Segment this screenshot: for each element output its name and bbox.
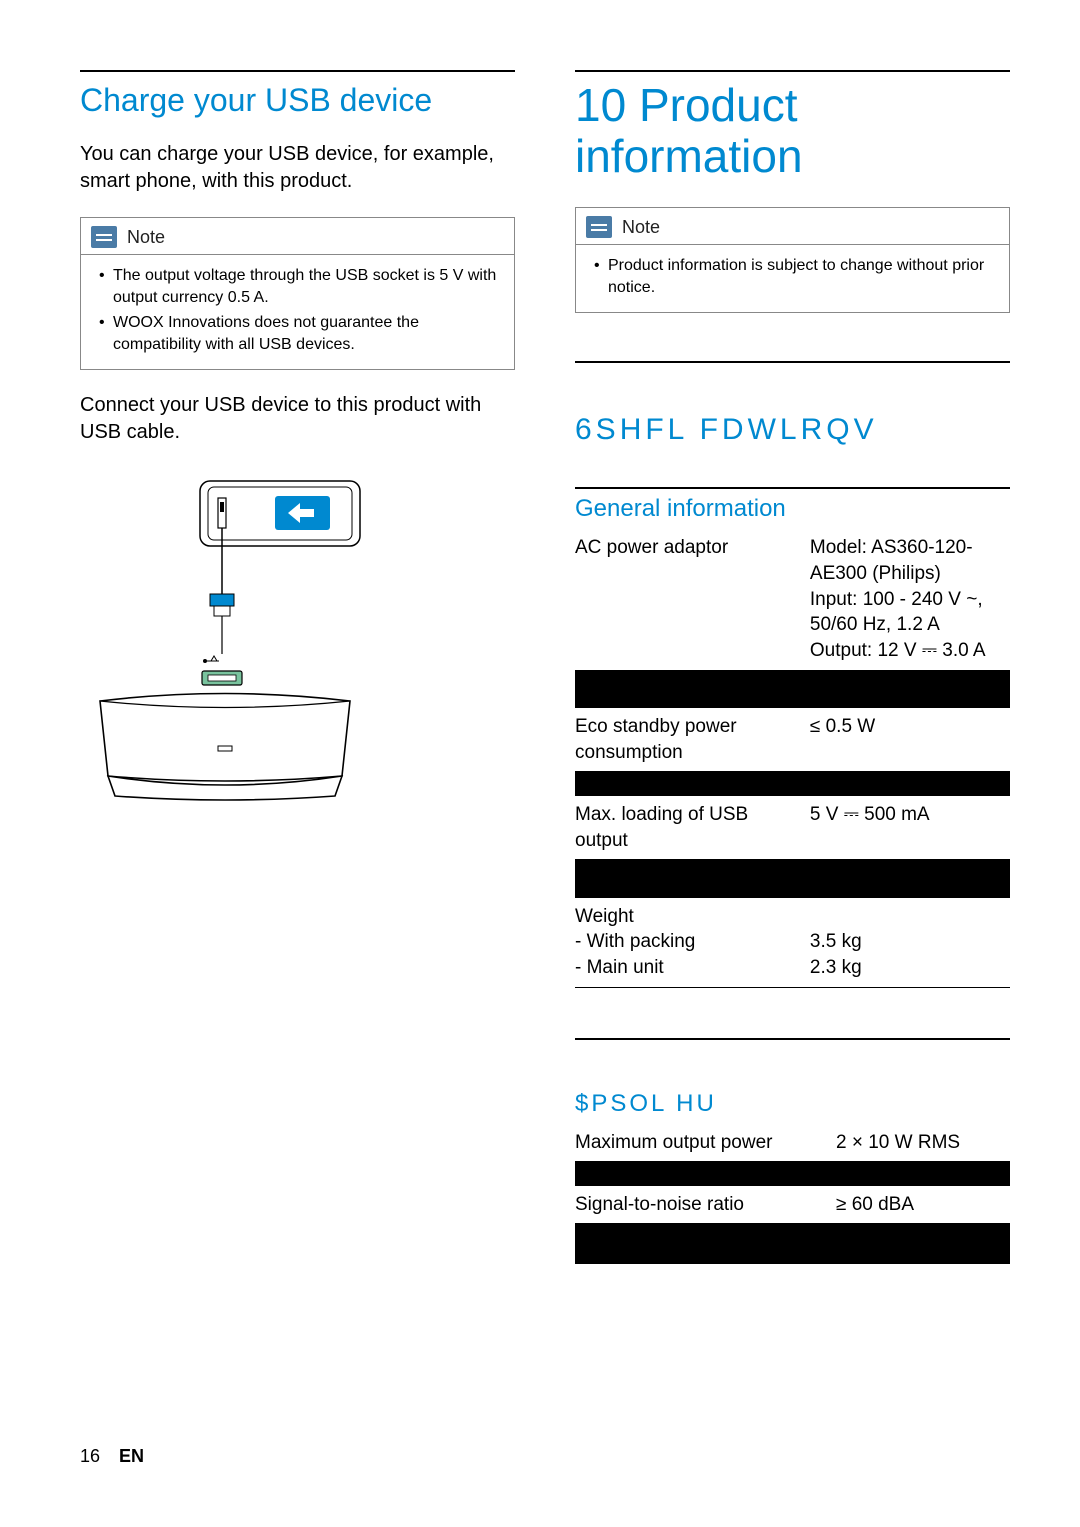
amp-row: Signal-to-noise ratio≥ 60 dBA xyxy=(575,1186,1010,1224)
spec-value: 5 V ⎓ 500 mA xyxy=(810,796,1010,860)
spec-value: 3.5 kg 2.3 kg xyxy=(810,898,1010,987)
note-icon xyxy=(586,216,612,238)
chapter-heading: 10 Product information xyxy=(575,80,1010,181)
amplifier-heading: $PSOL HU xyxy=(575,1090,1010,1118)
note-box-right: Note Product information is subject to c… xyxy=(575,207,1010,313)
amplifier-table: Maximum output power2 × 10 W RMSSignal-t… xyxy=(575,1124,1010,1264)
note-item: Product information is subject to change… xyxy=(594,255,997,298)
spec-label: Max. loading of USB output xyxy=(575,796,810,860)
usb-illustration xyxy=(80,476,370,806)
general-info-table: AC power adaptorModel: AS360-120-AE300 (… xyxy=(575,529,1010,987)
divider xyxy=(80,70,515,72)
page-number: 16 xyxy=(80,1446,100,1466)
spec-value: ≤ 0.5 W xyxy=(810,708,1010,772)
redacted-row xyxy=(575,772,1010,796)
connect-text: Connect your USB device to this product … xyxy=(80,392,515,446)
note-list-right: Product information is subject to change… xyxy=(594,255,997,298)
spec-label: Weight - With packing - Main unit xyxy=(575,898,810,987)
chapter-heading-text: 10 Product information xyxy=(575,79,803,182)
intro-text: You can charge your USB device, for exam… xyxy=(80,141,515,195)
amp-value: 2 × 10 W RMS xyxy=(836,1124,1010,1162)
spec-value: Model: AS360-120-AE300 (Philips) Input: … xyxy=(810,529,1010,670)
redacted-row xyxy=(575,1224,1010,1264)
page-footer: 16 EN xyxy=(80,1446,144,1467)
general-info-heading: General information xyxy=(575,495,1010,523)
note-label: Note xyxy=(622,217,660,238)
right-column: 10 Product information Note Product info… xyxy=(575,70,1010,1420)
redacted-row xyxy=(575,670,1010,708)
spec-row: Eco standby power consumption≤ 0.5 W xyxy=(575,708,1010,772)
divider xyxy=(575,361,1010,363)
section-heading-charge: Charge your USB device xyxy=(80,82,515,119)
amp-row: Maximum output power2 × 10 W RMS xyxy=(575,1124,1010,1162)
divider xyxy=(575,487,1010,489)
spec-row: Weight - With packing - Main unit 3.5 kg… xyxy=(575,898,1010,987)
note-item: The output voltage through the USB socke… xyxy=(99,265,502,308)
note-list-left: The output voltage through the USB socke… xyxy=(99,265,502,355)
spec-row: Max. loading of USB output5 V ⎓ 500 mA xyxy=(575,796,1010,860)
note-item: WOOX Innovations does not guarantee the … xyxy=(99,312,502,355)
redacted-row xyxy=(575,1162,1010,1186)
note-label: Note xyxy=(127,227,165,248)
note-icon xyxy=(91,226,117,248)
specifications-heading: 6SHFL FDWLRQV xyxy=(575,413,1010,447)
amp-label: Maximum output power xyxy=(575,1124,836,1162)
note-box-left: Note The output voltage through the USB … xyxy=(80,217,515,370)
spec-label: AC power adaptor xyxy=(575,529,810,670)
spec-label: Eco standby power consumption xyxy=(575,708,810,772)
language-code: EN xyxy=(119,1446,144,1466)
redacted-row xyxy=(575,860,1010,898)
amp-label: Signal-to-noise ratio xyxy=(575,1186,836,1224)
spec-row: AC power adaptorModel: AS360-120-AE300 (… xyxy=(575,529,1010,670)
amp-value: ≥ 60 dBA xyxy=(836,1186,1010,1224)
divider xyxy=(575,1038,1010,1040)
divider xyxy=(575,70,1010,72)
left-column: Charge your USB device You can charge yo… xyxy=(80,70,515,1420)
